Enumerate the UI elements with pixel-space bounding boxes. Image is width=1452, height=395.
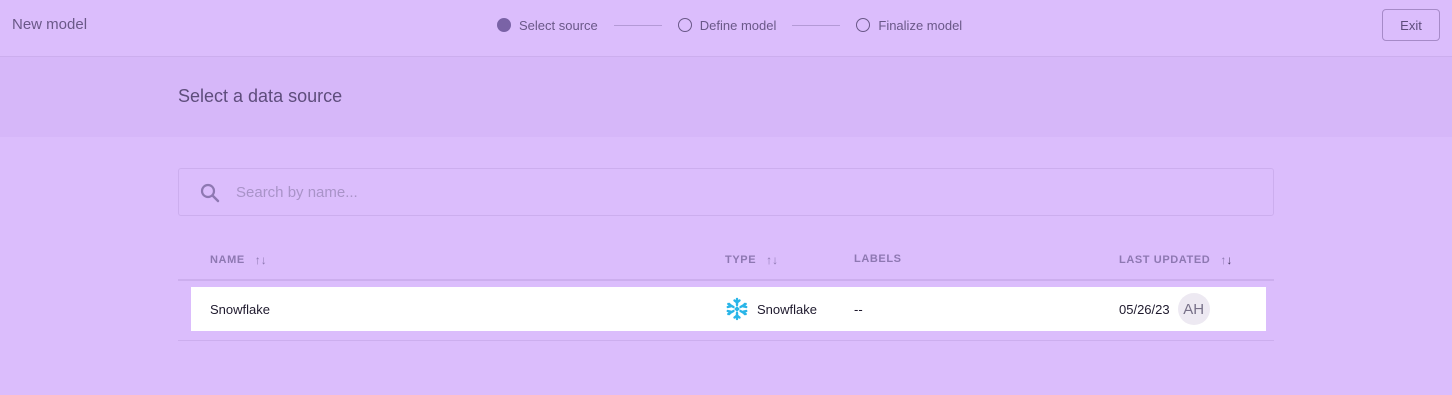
step-define-model[interactable]: Define model	[677, 17, 777, 33]
column-header-last-updated[interactable]: LAST UPDATED ↑↓	[1119, 253, 1232, 267]
step-select-source[interactable]: Select source	[497, 18, 598, 33]
stepper: Select source Define model Finalize mode…	[497, 16, 962, 34]
column-header-labels: LABELS	[854, 253, 902, 265]
exit-button[interactable]: Exit	[1382, 9, 1440, 41]
search-icon	[200, 183, 220, 203]
snowflake-icon	[726, 297, 748, 321]
column-label: NAME	[210, 254, 245, 266]
section-title: Select a data source	[178, 86, 343, 106]
step-label: Define model	[699, 17, 777, 33]
column-label: TYPE	[725, 254, 757, 266]
search-box[interactable]	[178, 168, 1274, 216]
cell-last-updated: 05/26/23 AH	[1119, 287, 1210, 331]
avatar: AH	[1177, 293, 1210, 325]
table-header: NAME ↑↓ TYPE ↑↓ LABELS LAST UPDATED ↑↓	[178, 244, 1274, 281]
section-header: Select a data source	[0, 57, 1452, 137]
search-input[interactable]	[236, 169, 1256, 215]
step-connector	[792, 24, 841, 26]
column-header-name[interactable]: NAME ↑↓	[210, 253, 267, 267]
app-title: New model	[12, 16, 88, 33]
step-label: Select source	[519, 17, 598, 33]
last-updated-date: 05/26/23	[1119, 301, 1170, 317]
step-label: Finalize model	[878, 17, 963, 33]
row-divider	[178, 340, 1274, 341]
step-active-dot-icon	[497, 18, 511, 32]
table-row[interactable]: Snowflake Snowflake -- 05/26/23 AH	[191, 287, 1266, 331]
step-pending-dot-icon	[856, 18, 871, 32]
column-label: LAST UPDATED	[1119, 254, 1211, 266]
cell-labels: --	[854, 301, 863, 317]
sort-arrows-icon[interactable]: ↑↓	[766, 253, 778, 267]
sort-down-active-icon: ↓	[1226, 253, 1233, 267]
sort-arrows-icon[interactable]: ↑↓	[1220, 253, 1232, 267]
sort-arrows-icon[interactable]: ↑↓	[255, 253, 267, 267]
step-finalize-model[interactable]: Finalize model	[856, 18, 962, 33]
step-pending-dot-icon	[677, 18, 692, 32]
column-header-type[interactable]: TYPE ↑↓	[725, 253, 778, 267]
type-label: Snowflake	[757, 301, 817, 317]
cell-type: Snowflake	[725, 287, 817, 331]
top-bar: New model Select source Define model Fin…	[0, 0, 1452, 57]
cell-name: Snowflake	[210, 301, 270, 317]
step-connector	[613, 24, 662, 26]
column-label: LABELS	[854, 253, 902, 265]
